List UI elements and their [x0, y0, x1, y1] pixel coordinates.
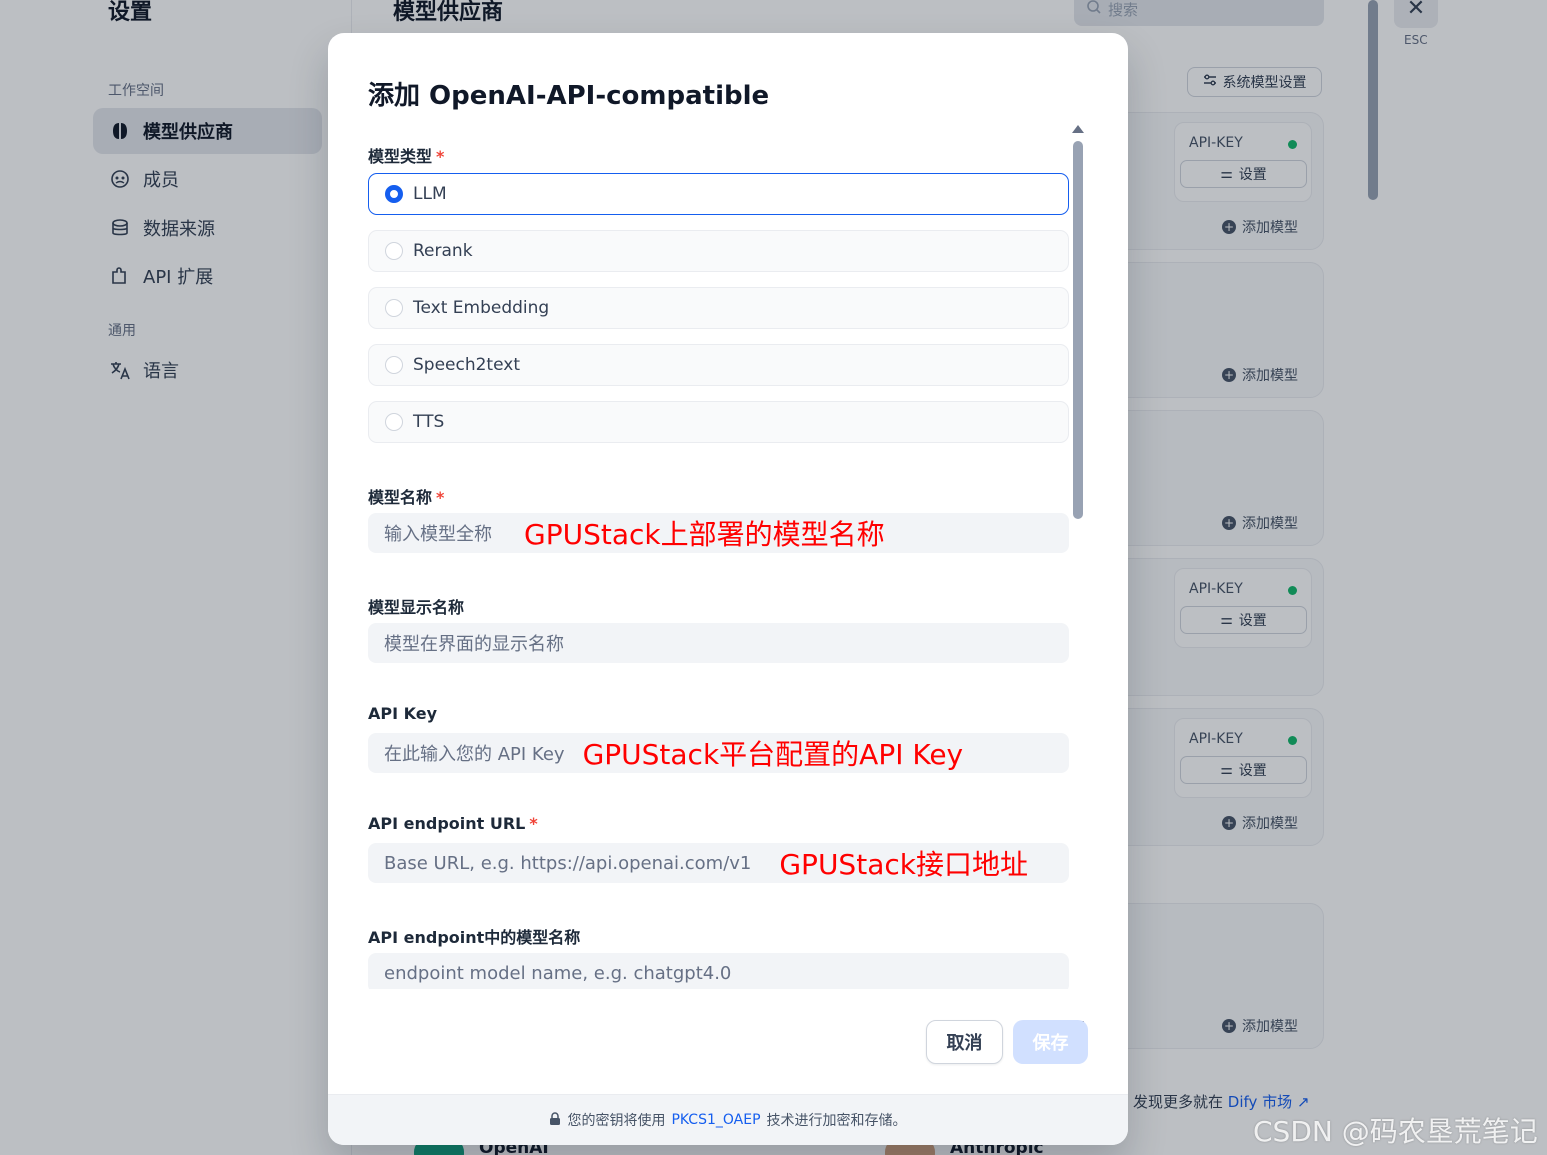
cancel-button[interactable]: 取消: [926, 1020, 1003, 1064]
footer-prefix: 您的密钥将使用: [567, 1113, 666, 1129]
input-placeholder: 在此输入您的 API Key: [384, 744, 565, 765]
radio-llm[interactable]: LLM: [368, 173, 1069, 215]
radio-speech2text[interactable]: Speech2text: [368, 344, 1069, 386]
input-placeholder: endpoint model name, e.g. chatgpt4.0: [384, 962, 732, 984]
model-name-input[interactable]: 输入模型全称 GPUStack上部署的模型名称: [368, 513, 1069, 553]
dialog-title: 添加 OpenAI-API-compatible: [368, 81, 770, 111]
watermark: CSDN @码农垦荒笔记: [1253, 1115, 1538, 1148]
encryption-footer: 您的密钥将使用 PKCS1_OAEP 技术进行加密和存储。: [328, 1094, 1128, 1145]
radio-tts[interactable]: TTS: [368, 401, 1069, 443]
radio-indicator: [385, 299, 403, 317]
radio-label: Rerank: [413, 241, 473, 261]
annotation-text: GPUStack接口地址: [779, 848, 1028, 881]
input-placeholder: 输入模型全称: [384, 524, 492, 545]
input-placeholder: Base URL, e.g. https://api.openai.com/v1: [384, 852, 752, 874]
radio-indicator: [385, 242, 403, 260]
annotation-text: GPUStack上部署的模型名称: [524, 518, 885, 551]
endpoint-url-label: API endpoint URL *: [368, 814, 538, 833]
model-form: 模型类型 * LLM Rerank Text Embedding Speech2t…: [368, 133, 1069, 989]
endpoint-url-input[interactable]: Base URL, e.g. https://api.openai.com/v1…: [368, 843, 1069, 883]
display-name-input[interactable]: 模型在界面的显示名称: [368, 623, 1069, 663]
display-name-label: 模型显示名称: [368, 598, 465, 617]
scrollbar-thumb[interactable]: [1073, 141, 1083, 519]
lock-icon: [549, 1111, 561, 1129]
annotation-text: GPUStack平台配置的API Key: [582, 738, 964, 771]
api-key-input[interactable]: 在此输入您的 API Key GPUStack平台配置的API Key: [368, 733, 1069, 773]
radio-label: TTS: [413, 412, 445, 432]
endpoint-model-label: API endpoint中的模型名称: [368, 928, 581, 947]
radio-label: LLM: [413, 184, 447, 204]
model-name-label: 模型名称 *: [368, 488, 445, 507]
input-placeholder: 模型在界面的显示名称: [384, 634, 564, 655]
scroll-up-arrow-icon[interactable]: [1072, 125, 1084, 133]
radio-indicator: [385, 356, 403, 374]
save-button[interactable]: 保存: [1013, 1020, 1088, 1064]
radio-text-embedding[interactable]: Text Embedding: [368, 287, 1069, 329]
footer-suffix: 技术进行加密和存储。: [766, 1113, 907, 1129]
radio-rerank[interactable]: Rerank: [368, 230, 1069, 272]
pkcs-link[interactable]: PKCS1_OAEP: [671, 1112, 760, 1128]
radio-label: Speech2text: [413, 355, 520, 375]
add-model-dialog: 添加 OpenAI-API-compatible 模型类型 * LLM Reran…: [328, 33, 1128, 1145]
form-scrollbar[interactable]: [1072, 125, 1084, 1029]
model-type-label: 模型类型 *: [368, 147, 445, 166]
radio-indicator: [385, 185, 403, 203]
radio-indicator: [385, 413, 403, 431]
api-key-field-label: API Key: [368, 704, 438, 723]
radio-label: Text Embedding: [413, 298, 550, 318]
endpoint-model-input[interactable]: endpoint model name, e.g. chatgpt4.0: [368, 953, 1069, 989]
